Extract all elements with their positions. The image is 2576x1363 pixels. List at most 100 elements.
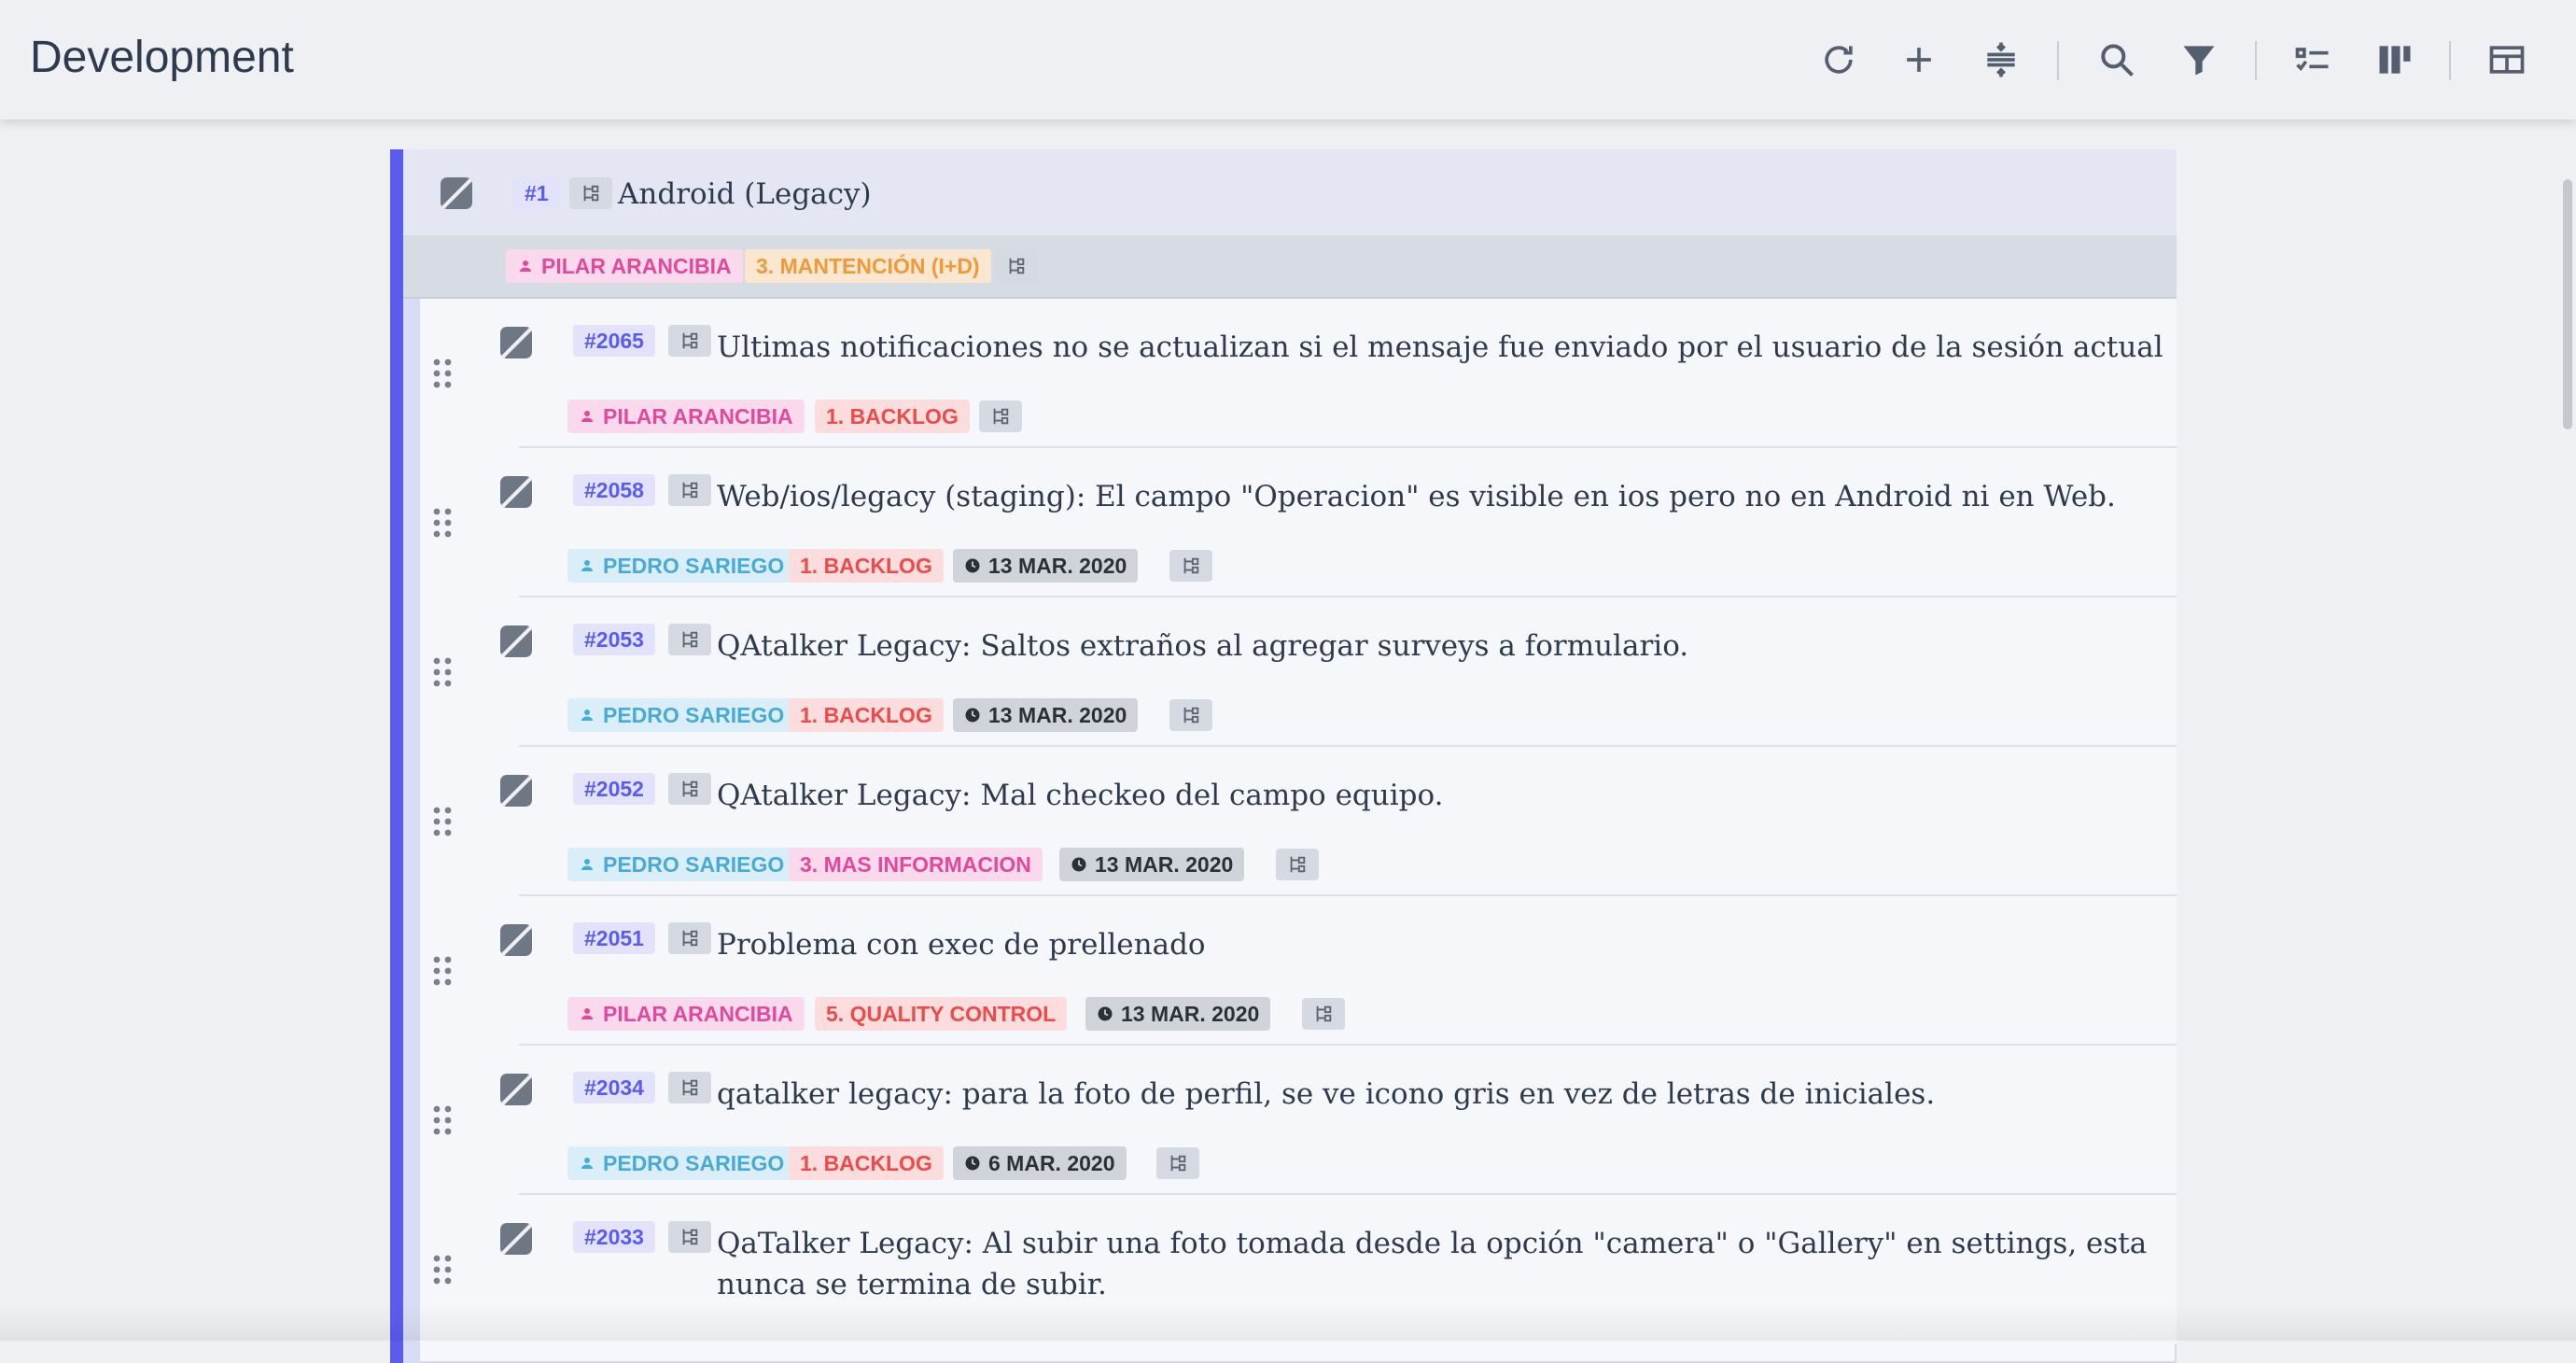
subtasks-icon[interactable]: [668, 922, 711, 954]
checkbox-icon[interactable]: [500, 924, 532, 956]
task-id-chip[interactable]: #2034: [573, 1072, 655, 1103]
checkbox-icon[interactable]: [500, 327, 532, 358]
task-id-chip[interactable]: #2065: [573, 325, 655, 357]
group-title[interactable]: Android (Legacy): [618, 174, 872, 215]
drag-handle-icon[interactable]: [431, 655, 454, 689]
task-id-chip[interactable]: #2053: [573, 624, 655, 655]
due-date-label: 13 MAR. 2020: [1121, 1002, 1260, 1026]
subtasks-icon[interactable]: [569, 177, 612, 209]
assignee-tag[interactable]: PEDRO SARIEGO: [567, 549, 796, 583]
status-tag[interactable]: 3. MANTENCIÓN (I+D): [745, 249, 991, 283]
checklist-view-icon[interactable]: [2287, 34, 2339, 86]
checkbox-icon[interactable]: [500, 1074, 532, 1105]
task-title-continued[interactable]: nunca se termina de subir.: [717, 1264, 1107, 1305]
person-icon: [520, 260, 531, 272]
person-icon: [581, 411, 593, 422]
due-date-label: 13 MAR. 2020: [988, 703, 1127, 727]
task-title[interactable]: qatalker legacy: para la foto de perfil,…: [717, 1074, 1935, 1115]
assignee-tag[interactable]: PILAR ARANCIBIA: [506, 249, 743, 283]
clock-icon: [965, 708, 980, 723]
subtasks-icon[interactable]: [668, 474, 711, 506]
status-tag[interactable]: 3. MAS INFORMACION: [789, 848, 1043, 881]
group-accent-bar: [390, 149, 403, 1363]
status-tag[interactable]: 1. BACKLOG: [815, 400, 970, 433]
drag-handle-icon[interactable]: [431, 357, 454, 390]
clock-icon: [1071, 857, 1086, 872]
person-icon: [581, 560, 593, 571]
assignee-label: PEDRO SARIEGO: [603, 1151, 785, 1175]
subtasks-icon[interactable]: [668, 1221, 711, 1253]
due-date-tag[interactable]: 6 MAR. 2020: [953, 1146, 1127, 1180]
drag-handle-icon[interactable]: [431, 506, 454, 540]
checkbox-icon[interactable]: [500, 1223, 532, 1255]
subtasks-icon[interactable]: [668, 1072, 711, 1103]
task-title[interactable]: Ultimas notificaciones no se actualizan …: [717, 327, 2163, 368]
due-date-label: 13 MAR. 2020: [1095, 852, 1234, 877]
subitem-accent-bar: [403, 299, 420, 1363]
add-icon[interactable]: [1893, 34, 1945, 86]
checkbox-icon[interactable]: [500, 476, 532, 508]
person-icon: [581, 859, 593, 870]
subtasks-icon[interactable]: [995, 250, 1038, 282]
scrollbar[interactable]: [2559, 119, 2576, 1341]
due-date-label: 6 MAR. 2020: [988, 1151, 1115, 1175]
due-date-tag[interactable]: 13 MAR. 2020: [953, 698, 1139, 732]
task-id-chip[interactable]: #2033: [573, 1221, 655, 1253]
status-tag[interactable]: 1. BACKLOG: [789, 549, 944, 583]
kanban-view-icon[interactable]: [2369, 34, 2421, 86]
scrollbar-thumb[interactable]: [2563, 179, 2572, 429]
collapse-icon[interactable]: [1975, 34, 2027, 86]
task-title[interactable]: QaTalker Legacy: Al subir una foto tomad…: [717, 1223, 2147, 1264]
checkbox-icon[interactable]: [500, 625, 532, 657]
assignee-tag[interactable]: PEDRO SARIEGO: [567, 1146, 796, 1180]
task-title[interactable]: Problema con exec de prellenado: [717, 924, 1206, 965]
search-icon[interactable]: [2091, 34, 2143, 86]
subtasks-icon[interactable]: [668, 624, 711, 655]
assignee-tag[interactable]: PILAR ARANCIBIA: [567, 997, 805, 1031]
subtasks-icon[interactable]: [668, 325, 711, 357]
subtasks-icon[interactable]: [1302, 998, 1345, 1030]
subtasks-icon[interactable]: [1169, 550, 1212, 582]
subtasks-icon[interactable]: [1276, 849, 1319, 880]
refresh-icon[interactable]: [1813, 34, 1865, 86]
due-date-tag[interactable]: 13 MAR. 2020: [1059, 848, 1245, 881]
status-tag[interactable]: 5. QUALITY CONTROL: [815, 997, 1068, 1031]
assignee-label: PEDRO SARIEGO: [603, 852, 785, 877]
drag-handle-icon[interactable]: [431, 954, 454, 988]
clock-icon: [965, 558, 980, 573]
assignee-label: PILAR ARANCIBIA: [603, 404, 793, 429]
assignee-tag[interactable]: PILAR ARANCIBIA: [567, 400, 805, 433]
group-id-chip[interactable]: #1: [513, 177, 560, 209]
task-id-chip[interactable]: #2058: [573, 474, 655, 506]
drag-handle-icon[interactable]: [431, 1253, 454, 1286]
subtasks-icon[interactable]: [1169, 699, 1212, 731]
subtasks-icon[interactable]: [668, 773, 711, 805]
status-tag[interactable]: 1. BACKLOG: [789, 1146, 944, 1180]
table-view-icon[interactable]: [2481, 34, 2533, 86]
assignee-tag[interactable]: PEDRO SARIEGO: [567, 698, 796, 732]
due-date-tag[interactable]: 13 MAR. 2020: [1085, 997, 1271, 1031]
person-icon: [581, 1158, 593, 1169]
person-icon: [581, 710, 593, 721]
checkbox-icon[interactable]: [500, 775, 532, 807]
page-title: Development: [30, 33, 294, 82]
task-title[interactable]: Web/ios/legacy (staging): El campo "Oper…: [717, 476, 2116, 517]
filter-icon[interactable]: [2173, 34, 2225, 86]
due-date-label: 13 MAR. 2020: [988, 554, 1127, 578]
assignee-label: PILAR ARANCIBIA: [603, 1002, 793, 1026]
task-title[interactable]: QAtalker Legacy: Saltos extraños al agre…: [717, 625, 1688, 667]
subtasks-icon[interactable]: [979, 400, 1022, 432]
bottom-shade: [0, 1303, 2576, 1341]
task-id-chip[interactable]: #2051: [573, 922, 655, 954]
assignee-tag[interactable]: PEDRO SARIEGO: [567, 848, 796, 881]
clock-icon: [965, 1156, 980, 1171]
checkbox-icon[interactable]: [441, 177, 472, 209]
drag-handle-icon[interactable]: [431, 805, 454, 838]
status-tag[interactable]: 1. BACKLOG: [789, 698, 944, 732]
task-id-chip[interactable]: #2052: [573, 773, 655, 805]
drag-handle-icon[interactable]: [431, 1103, 454, 1137]
due-date-tag[interactable]: 13 MAR. 2020: [953, 549, 1139, 583]
top-bar: Development: [0, 0, 2576, 119]
subtasks-icon[interactable]: [1156, 1147, 1199, 1179]
task-title[interactable]: QAtalker Legacy: Mal checkeo del campo e…: [717, 775, 1443, 816]
